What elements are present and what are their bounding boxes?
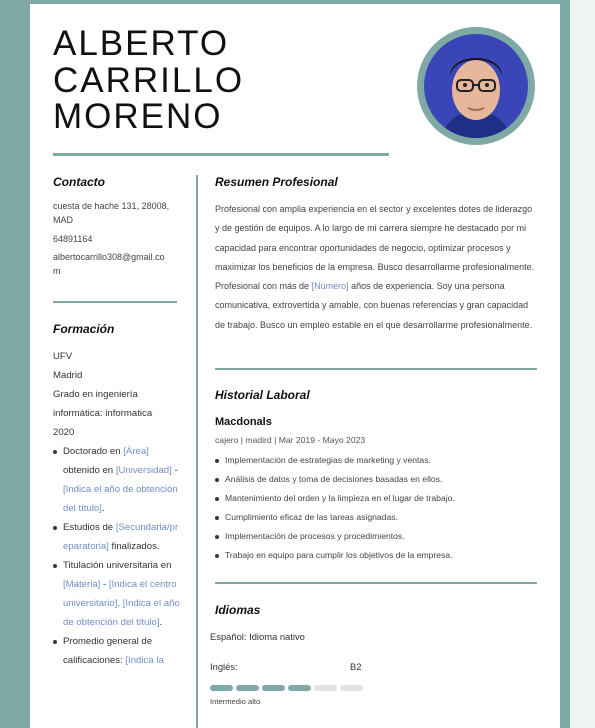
education-school: UFV — [53, 351, 73, 362]
education-city: Madrid — [53, 370, 83, 381]
summary-heading: Resumen Profesional — [215, 175, 338, 189]
contact-phone: 64891164 — [53, 234, 93, 244]
contact-address-line-1: cuesta de hache 131, 28008, — [53, 201, 170, 211]
job-company: Macdonals — [215, 416, 272, 428]
language-native: Español: Idioma nativo — [210, 631, 305, 642]
language-english-level: B2 — [350, 661, 362, 672]
contact-separator — [53, 301, 177, 303]
level-segment — [340, 685, 363, 691]
education-year: 2020 — [53, 427, 75, 438]
work-heading: Historial Laboral — [215, 388, 310, 402]
job-duty-item: Implementación de estrategias de marketi… — [215, 451, 535, 470]
summary-placeholder: [Número] — [311, 281, 349, 292]
education-bullet-university: Titulación universitaria en [Materia] - … — [53, 556, 183, 632]
education-bullet-list: Doctorado en [Área] obtenido en [Univers… — [53, 442, 183, 670]
name-underline — [53, 153, 389, 156]
job-duty-item: Mantenimiento del orden y la limpieza en… — [215, 489, 535, 508]
profile-portrait-image — [424, 34, 528, 138]
education-bullet-doctorate: Doctorado en [Área] obtenido en [Univers… — [53, 442, 183, 518]
candidate-name: ALBERTO CARRILLO MORENO — [53, 24, 245, 136]
level-segment — [236, 685, 259, 691]
name-line-1: ALBERTO — [53, 24, 230, 63]
language-english-label: Inglés: — [210, 661, 238, 672]
left-frame-band — [0, 0, 30, 728]
profile-photo — [417, 27, 535, 145]
contact-email-line-1: albertocarrillo308@gmail.co — [53, 252, 165, 262]
english-level-text: Intermedio alto — [210, 697, 261, 706]
level-segment — [210, 685, 233, 691]
english-level-bar — [210, 685, 370, 691]
job-duty-item: Implementación de procesos y procedimien… — [215, 527, 535, 546]
education-degree-line-1: Grado en ingeniería — [53, 389, 138, 400]
education-heading: Formación — [53, 322, 115, 336]
name-line-3: MORENO — [53, 97, 223, 136]
contact-email-line-2: m — [53, 266, 61, 276]
job-duties-list: Implementación de estrategias de marketi… — [215, 451, 535, 565]
education-degree-line-2: informática: informatica — [53, 408, 153, 419]
job-meta: cajero | madird | Mar 2019 - Mayo 2023 — [215, 435, 366, 445]
level-segment — [314, 685, 337, 691]
summary-separator — [215, 368, 537, 370]
level-segment — [288, 685, 311, 691]
education-bullet-secondary: Estudios de [Secundaria/preparatoria] fi… — [53, 518, 183, 556]
summary-text: Profesional con amplia experiencia en el… — [215, 204, 535, 330]
right-frame-band — [560, 0, 570, 728]
job-duty-item: Trabajo en equipo para cumplir los objet… — [215, 546, 535, 565]
job-duty-item: Cumplimiento eficaz de las tareas asigna… — [215, 508, 535, 527]
work-separator — [215, 582, 537, 584]
languages-heading: Idiomas — [215, 603, 261, 617]
resume-page: ALBERTO CARRILLO MORENO Contacto cuesta … — [30, 4, 560, 728]
column-divider — [196, 175, 198, 728]
level-segment — [262, 685, 285, 691]
job-duty-item: Análisis de datos y toma de decisiones b… — [215, 470, 535, 489]
education-bullet-gpa: Promedio general de calificaciones: [Ind… — [53, 632, 183, 670]
contact-heading: Contacto — [53, 175, 105, 189]
name-line-2: CARRILLO — [53, 60, 245, 100]
contact-address-line-2: MAD — [53, 215, 73, 225]
